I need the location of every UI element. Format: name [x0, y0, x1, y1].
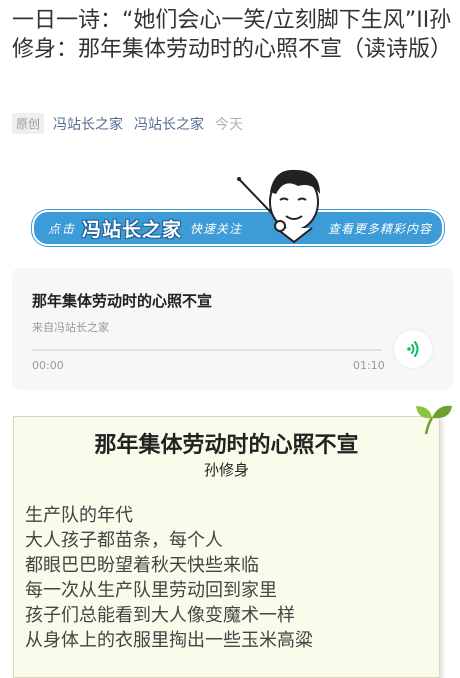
poem-card: 那年集体劳动时的心照不宣 孙修身 生产队的年代 大人孩子都苗条，每个人 都眼巴巴…	[13, 416, 440, 678]
article-meta: 原创 冯站长之家 冯站长之家 今天	[12, 113, 243, 134]
banner-prefix: 点击	[48, 221, 77, 236]
poem-line: 大人孩子都苗条，每个人	[25, 530, 223, 551]
audio-play-icon	[407, 341, 419, 357]
audio-title: 那年集体劳动时的心照不宣	[32, 292, 213, 310]
audio-play-button[interactable]	[394, 330, 432, 368]
poem-author: 孙修身	[203, 461, 249, 479]
author-link[interactable]: 冯站长之家	[53, 114, 123, 134]
account-link[interactable]: 冯站长之家	[134, 114, 204, 134]
publish-date: 今天	[215, 116, 244, 133]
original-tag: 原创	[12, 113, 45, 134]
banner-follow: 快速关注	[190, 221, 243, 236]
poem-line: 孩子们总能看到大人像变魔术一样	[25, 605, 295, 626]
avatar-icon	[237, 169, 320, 244]
poem-line: 都眼巴巴盼望着秋天快些来临	[25, 555, 259, 576]
audio-player[interactable]: 那年集体劳动时的心照不宣 来自冯站长之家 00:00 01:10	[12, 268, 453, 390]
poem-lines: 生产队的年代 大人孩子都苗条，每个人 都眼巴巴盼望着秋天快些来临 每一次从生产队…	[25, 503, 313, 653]
banner-more: 查看更多精彩内容	[327, 221, 432, 236]
audio-source: 来自冯站长之家	[32, 321, 109, 334]
follow-banner[interactable]: 点击 冯站长之家 快速关注 查看更多精彩内容	[32, 162, 444, 247]
audio-duration: 01:10	[353, 359, 385, 372]
article-title: 一日一诗：“她们会心一笑/立刻脚下生风”II孙修身：那年集体劳动时的心照不宣（读…	[12, 8, 453, 62]
poem-title: 那年集体劳动时的心照不宣	[94, 433, 359, 458]
banner-brand: 冯站长之家	[82, 218, 183, 241]
poem-line: 每一次从生产队里劳动回到家里	[25, 580, 277, 601]
poem-line: 生产队的年代	[25, 505, 133, 526]
sprout-icon	[416, 405, 452, 434]
audio-progress-track[interactable]	[32, 349, 382, 351]
poem-line: 从身体上的衣服里掏出一些玉米高粱	[25, 630, 313, 651]
audio-current-time: 00:00	[32, 359, 64, 372]
